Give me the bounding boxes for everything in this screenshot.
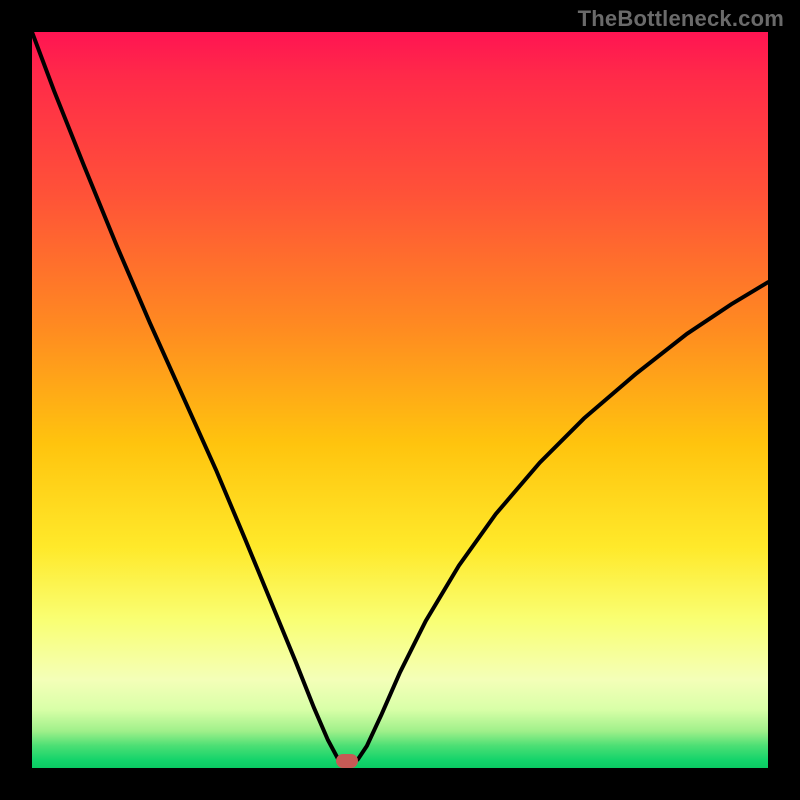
chart-stage: TheBottleneck.com [0, 0, 800, 800]
plot-area [32, 32, 768, 768]
optimal-point-marker [336, 754, 358, 768]
bottleneck-curve [32, 32, 768, 768]
watermark-text: TheBottleneck.com [578, 6, 784, 32]
curve-path [32, 32, 768, 765]
